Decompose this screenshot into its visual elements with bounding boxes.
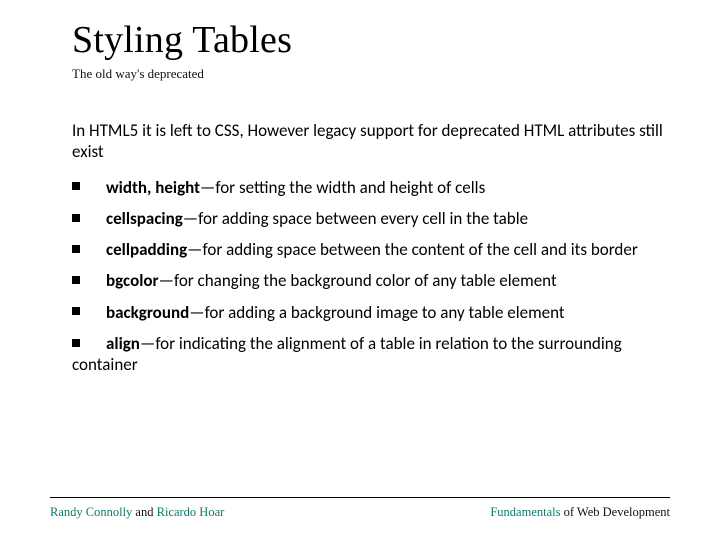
attr-name: width, height <box>106 177 200 198</box>
subtitle: The old way's deprecated <box>72 66 670 82</box>
bullet-square-icon <box>72 245 80 253</box>
bullet-square-icon <box>72 182 80 190</box>
attr-desc: —for changing the background color of an… <box>159 270 557 291</box>
footer-divider <box>50 497 670 498</box>
list-item: background—for adding a background image… <box>72 302 670 323</box>
list-item: cellpadding—for adding space between the… <box>72 239 670 260</box>
book-title-rest: of Web Development <box>561 505 671 519</box>
attr-desc: —for setting the width and height of cel… <box>200 177 485 198</box>
list-item: bgcolor—for changing the background colo… <box>72 270 670 291</box>
bullet-square-icon <box>72 307 80 315</box>
attr-name: background <box>106 302 189 323</box>
bullet-square-icon <box>72 276 80 284</box>
attr-name: cellpadding <box>106 239 187 260</box>
attr-desc: —for adding space between every cell in … <box>183 208 528 229</box>
bullet-list: width, height—for setting the width and … <box>72 177 670 376</box>
attr-desc: —for indicating the alignment of a table… <box>72 333 622 375</box>
attr-name: align <box>106 333 140 354</box>
footer-right: Fundamentals of Web Development <box>490 505 670 520</box>
list-item: cellspacing—for adding space between eve… <box>72 208 670 229</box>
list-item: width, height—for setting the width and … <box>72 177 670 198</box>
attr-desc: —for adding a background image to any ta… <box>189 302 564 323</box>
bullet-square-icon <box>72 339 80 347</box>
footer-left: Randy Connolly and Ricardo Hoar <box>50 505 224 520</box>
slide: Styling Tables The old way's deprecated … <box>0 0 720 540</box>
bullet-square-icon <box>72 214 80 222</box>
author-name: Ricardo Hoar <box>157 505 225 519</box>
attr-name: cellspacing <box>106 208 183 229</box>
page-title: Styling Tables <box>72 18 670 62</box>
intro-paragraph: In HTML5 it is left to CSS, However lega… <box>72 120 670 163</box>
attr-name: bgcolor <box>106 270 159 291</box>
list-item: align—for indicating the alignment of a … <box>72 333 670 376</box>
book-title-word: Fundamentals <box>490 505 560 519</box>
author-name: Randy Connolly <box>50 505 132 519</box>
footer-and: and <box>132 505 156 519</box>
attr-desc: —for adding space between the content of… <box>187 239 638 260</box>
